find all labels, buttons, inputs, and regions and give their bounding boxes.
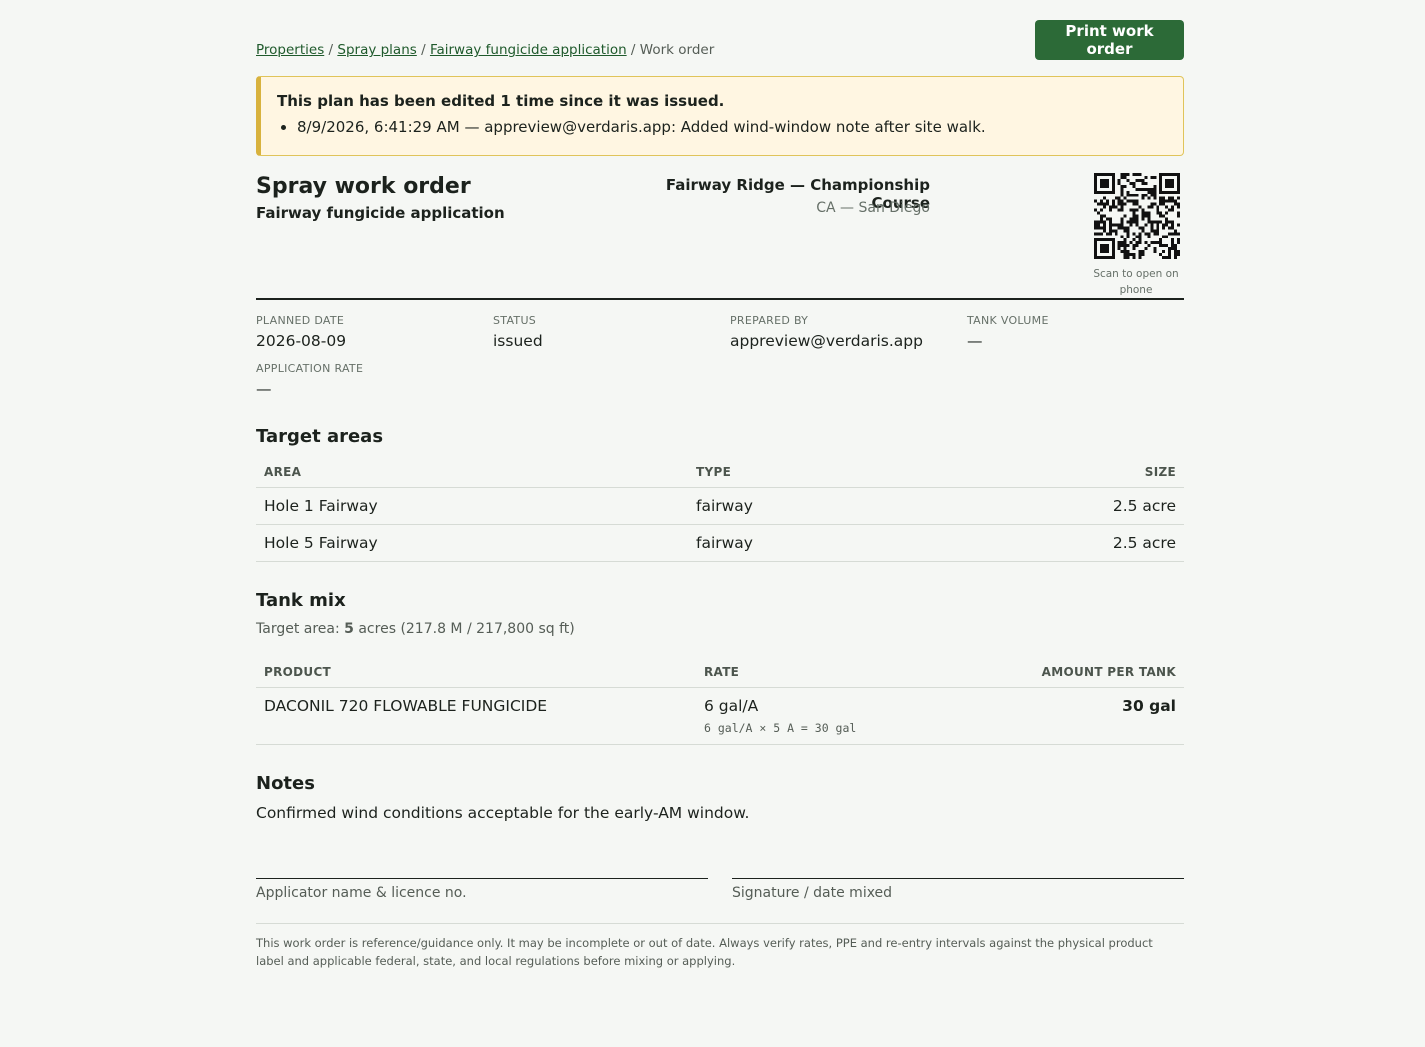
page-title: Spray work order bbox=[256, 174, 471, 199]
signature-row: Applicator name & licence no. Signature … bbox=[256, 878, 1184, 901]
meta-label: APPLICATION RATE bbox=[256, 362, 364, 375]
rate-cell: 6 gal/A 6 gal/A × 5 A = 30 gal bbox=[696, 687, 954, 745]
column-header-type: TYPE bbox=[688, 459, 926, 488]
table-row: DACONIL 720 FLOWABLE FUNGICIDE 6 gal/A 6… bbox=[256, 687, 1184, 745]
area-name-cell: Hole 5 Fairway bbox=[256, 524, 688, 562]
tank-mix-heading: Tank mix bbox=[256, 590, 346, 611]
target-areas-heading: Target areas bbox=[256, 426, 384, 447]
area-size-cell: 2.5 acre bbox=[925, 524, 1184, 562]
edit-history-entry: 8/9/2026, 6:41:29 AM — appreview@verdari… bbox=[297, 118, 1167, 136]
meta-status: STATUS issued bbox=[493, 314, 730, 350]
top-bar: Properties / Spray plans / Fairway fungi… bbox=[256, 20, 1184, 60]
work-order-header: Spray work order Fairway fungicide appli… bbox=[256, 172, 1184, 298]
disclaimer-text: This work order is reference/guidance on… bbox=[256, 923, 1184, 970]
work-order-page: Properties / Spray plans / Fairway fungi… bbox=[256, 0, 1184, 970]
meta-label: PLANNED DATE bbox=[256, 314, 345, 327]
tank-mix-table: PRODUCT RATE AMOUNT PER TANK DACONIL 720… bbox=[256, 659, 1184, 745]
target-area-summary: Target area: 5 acres (217.8 M / 217,800 … bbox=[256, 621, 1184, 637]
table-row: Hole 1 Fairway fairway 2.5 acre bbox=[256, 487, 1184, 525]
meta-label: PREPARED BY bbox=[730, 314, 809, 327]
meta-value: 2026-08-09 bbox=[256, 332, 347, 350]
plan-meta-grid: PLANNED DATE 2026-08-09 STATUS issued PR… bbox=[256, 300, 1184, 398]
site-location: CA — San Diego bbox=[816, 200, 930, 216]
meta-application-rate: APPLICATION RATE — bbox=[256, 362, 493, 398]
qr-caption: Scan to open on phone bbox=[1093, 268, 1179, 296]
breadcrumb-link-plan[interactable]: Fairway fungicide application bbox=[430, 42, 627, 58]
product-name-cell: DACONIL 720 FLOWABLE FUNGICIDE bbox=[256, 687, 696, 745]
meta-value: — bbox=[967, 332, 983, 350]
breadcrumb-current: Work order bbox=[639, 42, 715, 58]
breadcrumb-link-spray-plans[interactable]: Spray plans bbox=[337, 42, 416, 58]
notes-heading: Notes bbox=[256, 773, 315, 794]
meta-value: — bbox=[256, 380, 272, 398]
meta-value: appreview@verdaris.app bbox=[730, 332, 923, 350]
edit-history-list: 8/9/2026, 6:41:29 AM — appreview@verdari… bbox=[277, 118, 1167, 136]
area-type-cell: fairway bbox=[688, 524, 926, 562]
rate-calculation: 6 gal/A × 5 A = 30 gal bbox=[704, 721, 857, 735]
meta-label: TANK VOLUME bbox=[967, 314, 1049, 327]
meta-label: STATUS bbox=[493, 314, 537, 327]
print-work-order-button[interactable]: Print work order bbox=[1035, 20, 1184, 60]
qr-code-image bbox=[1094, 173, 1180, 259]
meta-prepared-by: PREPARED BY appreview@verdaris.app bbox=[730, 314, 967, 350]
table-header-row: AREA TYPE SIZE bbox=[256, 459, 1184, 488]
column-header-rate: RATE bbox=[696, 659, 954, 688]
area-name-cell: Hole 1 Fairway bbox=[256, 487, 688, 525]
breadcrumb-separator: / bbox=[324, 42, 338, 58]
column-header-area: AREA bbox=[256, 459, 688, 488]
notes-text: Confirmed wind conditions acceptable for… bbox=[256, 804, 750, 822]
meta-planned-date: PLANNED DATE 2026-08-09 bbox=[256, 314, 493, 350]
meta-value: issued bbox=[493, 332, 543, 350]
table-row: Hole 5 Fairway fairway 2.5 acre bbox=[256, 524, 1184, 562]
area-type-cell: fairway bbox=[688, 487, 926, 525]
target-areas-table: AREA TYPE SIZE Hole 1 Fairway fairway 2.… bbox=[256, 459, 1184, 562]
amount-per-tank-cell: 30 gal bbox=[953, 687, 1184, 745]
meta-tank-volume: TANK VOLUME — bbox=[967, 314, 1184, 350]
area-size-cell: 2.5 acre bbox=[925, 487, 1184, 525]
breadcrumb: Properties / Spray plans / Fairway fungi… bbox=[256, 42, 714, 58]
plan-name: Fairway fungicide application bbox=[256, 204, 505, 222]
applicator-signature-line: Applicator name & licence no. bbox=[256, 878, 708, 901]
column-header-amount: AMOUNT PER TANK bbox=[953, 659, 1184, 688]
breadcrumb-link-properties[interactable]: Properties bbox=[256, 42, 324, 58]
target-area-suffix: acres (217.8 M / 217,800 sq ft) bbox=[353, 621, 575, 637]
signature-date-line: Signature / date mixed bbox=[732, 878, 1184, 901]
rate-value: 6 gal/A bbox=[704, 697, 759, 715]
column-header-product: PRODUCT bbox=[256, 659, 696, 688]
breadcrumb-separator: / bbox=[416, 42, 430, 58]
breadcrumb-separator: / bbox=[626, 42, 640, 58]
column-header-size: SIZE bbox=[925, 459, 1184, 488]
edit-history-alert: This plan has been edited 1 time since i… bbox=[256, 76, 1184, 156]
table-header-row: PRODUCT RATE AMOUNT PER TANK bbox=[256, 659, 1184, 688]
alert-title: This plan has been edited 1 time since i… bbox=[277, 92, 725, 110]
target-area-acres: 5 bbox=[344, 621, 354, 637]
target-area-prefix: Target area: bbox=[256, 621, 345, 637]
